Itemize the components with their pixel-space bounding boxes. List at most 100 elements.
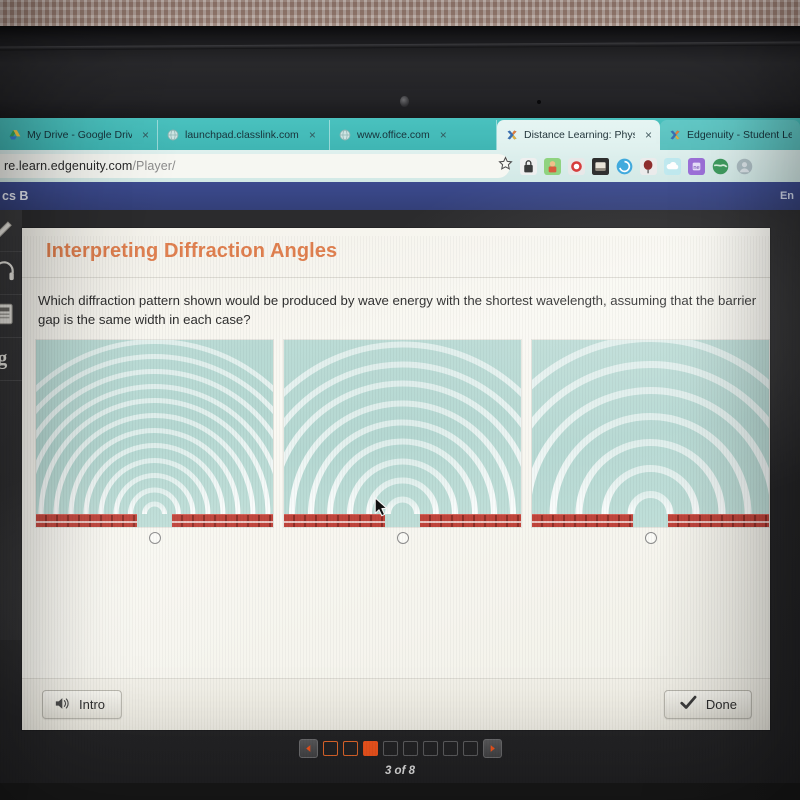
radio-option-c[interactable] — [644, 532, 657, 544]
clock-extension-icon[interactable] — [568, 157, 585, 175]
diffraction-diagram-a — [36, 340, 273, 527]
barrier-brick-right — [172, 514, 273, 527]
lesson-card: Interpreting Diffraction Angles Which di… — [22, 228, 770, 730]
pager-step-6[interactable] — [422, 740, 438, 756]
wave-arcs-a — [36, 340, 273, 515]
barrier-brick-right — [420, 514, 521, 527]
url-path: /Player/ — [132, 159, 176, 173]
character-extension-icon[interactable] — [544, 157, 561, 175]
pager-step-1[interactable] — [322, 740, 338, 756]
pager-step-5[interactable] — [402, 740, 418, 756]
barrier-a — [36, 514, 273, 527]
webcam-icon — [400, 96, 409, 107]
done-button[interactable]: Done — [663, 690, 752, 719]
radio-option-b[interactable] — [396, 532, 409, 544]
check-icon — [679, 695, 698, 714]
address-bar[interactable]: re.learn.edgenuity.com/Player/ — [0, 154, 510, 178]
course-app-bar: cs B En — [0, 182, 800, 210]
pager-prev-button[interactable] — [298, 738, 318, 758]
browser-tab-2[interactable]: www.office.com × — [330, 120, 497, 150]
pager-label: 3 of 8 — [384, 765, 416, 777]
globe-icon — [339, 129, 351, 141]
pager-controls — [298, 737, 502, 759]
url-host: re.learn.edgenuity.com — [4, 159, 133, 173]
pencil-icon — [0, 215, 17, 246]
headphones-tool[interactable] — [0, 253, 22, 295]
tab-label: My Drive - Google Drive — [27, 129, 132, 141]
svg-text:g: g — [0, 349, 7, 370]
tab-close-icon[interactable]: × — [142, 128, 149, 142]
answer-option-b[interactable] — [284, 340, 521, 544]
tab-close-icon[interactable]: × — [309, 128, 316, 142]
tab-close-icon[interactable]: × — [440, 128, 447, 142]
glossary-tool[interactable]: g — [0, 339, 22, 381]
pager-step-3-current[interactable] — [362, 740, 378, 756]
url-text: re.learn.edgenuity.com/Player/ — [4, 159, 176, 173]
edgenuity-icon — [669, 129, 681, 141]
notes-tool[interactable] — [0, 296, 22, 338]
tab-label: Edgenuity - Student Lea — [687, 129, 792, 141]
book-extension-icon[interactable] — [592, 157, 609, 175]
browser-tab-strip: My Drive - Google Drive × launchpad.clas… — [0, 118, 800, 150]
tab-label: www.office.com — [357, 129, 430, 141]
intro-button[interactable]: Intro — [42, 690, 123, 719]
done-button-label: Done — [705, 697, 737, 712]
pager-step-2[interactable] — [342, 740, 358, 756]
barrier-brick-right — [668, 514, 769, 527]
arrow-cursor-icon — [374, 497, 390, 523]
star-icon[interactable] — [498, 156, 513, 176]
browser-tab-4[interactable]: Edgenuity - Student Lea — [660, 120, 800, 150]
cloud-extension-icon[interactable] — [664, 157, 681, 175]
globe-icon — [167, 129, 179, 141]
laptop-screen: My Drive - Google Drive × launchpad.clas… — [0, 118, 800, 783]
page-title: Interpreting Diffraction Angles — [46, 240, 338, 262]
diffraction-diagram-c — [532, 340, 769, 527]
browser-tab-1[interactable]: launchpad.classlink.com × — [158, 120, 330, 150]
profile-avatar-icon[interactable] — [736, 158, 753, 175]
answer-option-c[interactable] — [532, 340, 769, 544]
pager-step-7[interactable] — [442, 740, 458, 756]
pager-step-8[interactable] — [462, 740, 478, 756]
radio-wrap-b — [284, 532, 521, 544]
barrier-brick-left — [284, 514, 385, 527]
tab-close-icon[interactable]: × — [645, 128, 652, 142]
answer-option-a[interactable] — [36, 340, 273, 544]
course-title: cs B — [2, 189, 29, 203]
answer-options — [36, 340, 769, 544]
headphones-icon — [0, 258, 17, 289]
question-text: Which diffraction pattern shown would be… — [38, 293, 757, 327]
radio-wrap-c — [532, 532, 769, 544]
lesson-card-footer: Intro Done — [22, 678, 770, 730]
radio-wrap-a — [36, 532, 273, 544]
triangle-right-icon — [490, 744, 495, 752]
wave-arcs-b — [284, 341, 521, 515]
svg-text:ne: ne — [693, 165, 699, 171]
browser-tab-0[interactable]: My Drive - Google Drive × — [0, 120, 158, 150]
lesson-pager: 3 of 8 — [0, 737, 800, 783]
pencil-tool[interactable] — [0, 210, 22, 252]
browser-tab-3-active[interactable]: Distance Learning: Phys × — [497, 120, 660, 150]
barrier-b — [284, 514, 521, 527]
puzzle-extension-icon[interactable]: ne — [688, 157, 705, 175]
spiral-extension-icon[interactable] — [616, 158, 633, 175]
radio-option-a[interactable] — [148, 532, 161, 544]
tab-label: launchpad.classlink.com — [185, 129, 299, 141]
balloon-extension-icon[interactable] — [640, 157, 657, 175]
tab-label: Distance Learning: Phys — [524, 129, 635, 141]
intro-button-label: Intro — [79, 697, 106, 712]
barrier-brick-left — [36, 514, 137, 527]
speaker-icon — [54, 696, 71, 714]
browser-toolbar: re.learn.edgenuity.com/Player/ ne — [0, 150, 800, 182]
screenshot-root: My Drive - Google Drive × launchpad.clas… — [0, 0, 800, 800]
pager-next-button[interactable] — [482, 738, 502, 758]
tool-rail: g — [0, 210, 22, 640]
lesson-workspace: g Interpreting Diffraction Angles Which … — [0, 210, 800, 783]
barrier-brick-left — [532, 514, 633, 527]
google-drive-icon — [9, 129, 21, 141]
padlock-extension-icon[interactable] — [520, 157, 537, 175]
glossary-icon: g — [0, 344, 17, 375]
diffraction-diagram-b — [284, 340, 521, 527]
globe-extension-icon[interactable] — [712, 158, 729, 175]
browser-action-icons: ne — [498, 154, 753, 178]
pager-step-4[interactable] — [382, 740, 398, 756]
